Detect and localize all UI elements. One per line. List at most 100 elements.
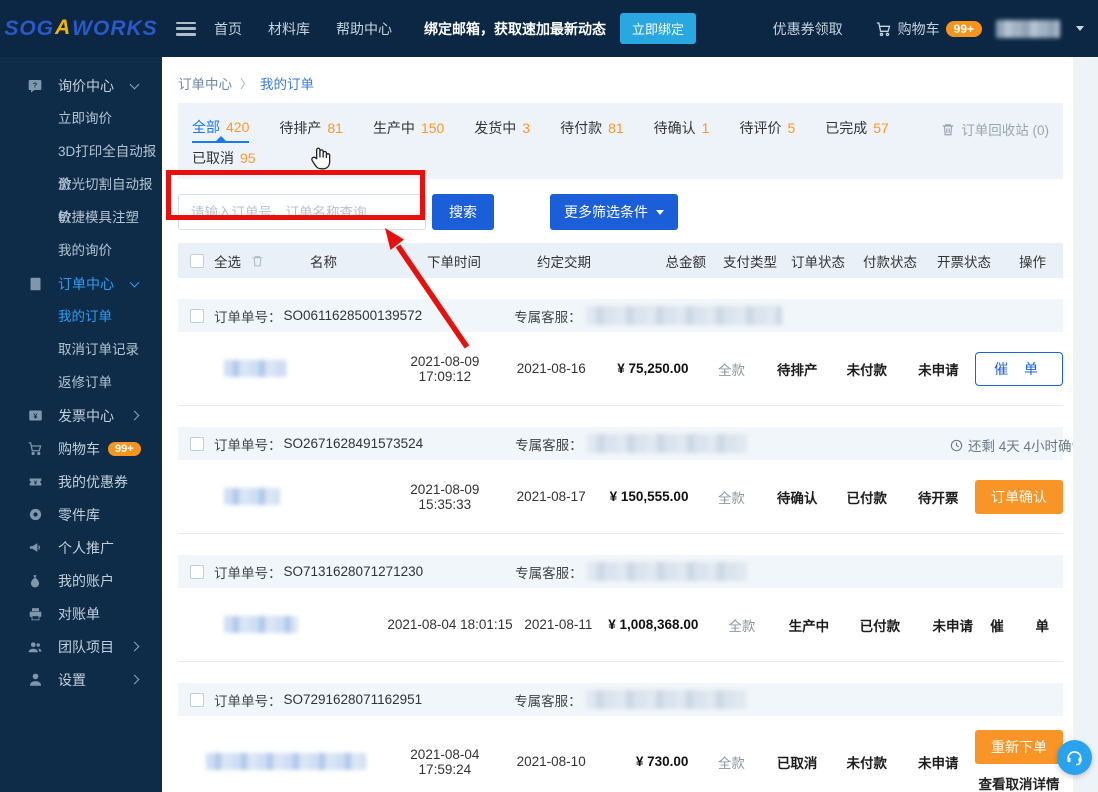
urge-order-link[interactable]: 催 单	[990, 619, 1063, 634]
sidebar-item-personal-promotion[interactable]: 个人推广	[0, 531, 162, 564]
cs-label: 专属客服：	[515, 437, 583, 453]
search-button[interactable]: 搜索	[432, 194, 494, 230]
order-no-label: 订单单号：	[214, 437, 282, 453]
sidebar-subitem-repair-orders[interactable]: 返修订单	[0, 366, 162, 399]
logo-sog: SOG	[4, 16, 54, 40]
view-cancel-details-link[interactable]: 查看取消详情	[979, 773, 1060, 792]
order-row[interactable]: 2021-08-04 18:01:15 2021-08-11 ¥ 1,008,3…	[178, 588, 1063, 662]
cs-label: 专属客服：	[514, 309, 582, 325]
sidebar-subitem-my-orders[interactable]: 我的订单	[0, 300, 162, 333]
order-no: SO0611628500139572	[283, 308, 423, 323]
order-row[interactable]: 2021-08-09 15:35:33 2021-08-17 ¥ 150,555…	[178, 460, 1064, 534]
customer-service-button[interactable]	[1057, 740, 1092, 775]
trash-icon[interactable]	[251, 254, 264, 268]
order-time: 2021-08-04 17:59:24	[410, 746, 480, 777]
order-checkbox[interactable]	[190, 436, 204, 451]
select-all-label: 全选	[214, 254, 241, 270]
sidebar-item-label: 购物车	[58, 440, 100, 457]
tab-cancelled[interactable]: 已取消 95	[192, 143, 256, 173]
page: SOG A WORKS 首页 材料库 帮助中心 绑定邮箱，获取速加最新动态 立即绑定…	[0, 0, 1098, 792]
invoice-status: 待开票	[918, 490, 959, 506]
coupon-claim-link[interactable]: 优惠券领取	[773, 19, 843, 39]
order-checkbox[interactable]	[190, 564, 204, 579]
sidebar-item-label: 设置	[58, 671, 86, 688]
money-bag-icon	[26, 572, 44, 590]
sidebar-subitem-3d-print-quote[interactable]: 3D打印全自动报价	[0, 135, 162, 192]
nav-help-center[interactable]: 帮助中心	[336, 19, 392, 39]
payment-type: 全款	[717, 362, 745, 378]
breadcrumb-my-orders[interactable]: 我的订单	[260, 73, 314, 93]
order-checkbox[interactable]	[190, 692, 204, 707]
total-amount: ¥ 1,008,368.00	[608, 617, 699, 632]
payment-status: 已付款	[846, 490, 887, 506]
nav-materials[interactable]: 材料库	[268, 19, 310, 39]
tab-in-production[interactable]: 生产中 150	[373, 113, 444, 143]
sidebar-item-my-account[interactable]: 我的账户	[0, 564, 162, 597]
sidebar-subitem-cancelled-orders[interactable]: 取消订单记录	[0, 333, 162, 366]
header-payment-type: 支付类型	[723, 254, 777, 270]
bind-now-button[interactable]: 立即绑定	[620, 13, 697, 44]
sidebar-item-inquiry-center[interactable]: ? 询价中心	[0, 69, 162, 102]
chevron-right-icon	[129, 641, 140, 652]
sidebar-item-cart[interactable]: 购物车 99+	[0, 432, 162, 465]
sidebar-item-settings[interactable]: 设置	[0, 663, 162, 696]
tab-pending-payment[interactable]: 待付款 81	[560, 113, 624, 143]
gear-icon	[26, 506, 44, 524]
sidebar-item-statement[interactable]: 对账单	[0, 597, 162, 630]
user-menu-caret-icon[interactable]	[1076, 26, 1084, 31]
order-row[interactable]: 2021-08-09 17:09:12 2021-08-16 ¥ 75,250.…	[178, 332, 1063, 406]
sidebar-subitem-laser-cut-quote[interactable]: 激光切割自动报价	[0, 168, 162, 225]
sidebar-subitem-my-inquiries[interactable]: 我的询价	[0, 234, 162, 267]
breadcrumb: 订单中心 〉 我的订单	[178, 73, 1057, 93]
search-input[interactable]	[178, 194, 426, 230]
tab-pending-confirmation[interactable]: 待确认 1	[654, 113, 710, 143]
bind-email-banner: 绑定邮箱，获取速加最新动态	[424, 20, 606, 37]
tab-pending-scheduling[interactable]: 待排产 81	[279, 113, 343, 143]
sidebar-item-label: 我的优惠券	[58, 473, 128, 490]
order-status: 待确认	[776, 490, 818, 506]
trash-icon	[941, 122, 955, 137]
tab-count: 81	[327, 120, 343, 136]
avatar[interactable]	[996, 19, 1060, 38]
order-group: 订单单号： SO0611628500139572 专属客服： 2021-08-0…	[178, 299, 1063, 406]
invoice-status: 未申请	[918, 362, 959, 378]
cs-name-redacted	[585, 690, 746, 709]
sidebar-item-team-projects[interactable]: 团队项目	[0, 630, 162, 663]
sidebar-subitem-rapid-mold[interactable]: 敏捷模具注塑	[0, 201, 162, 234]
order-name-redacted	[224, 616, 298, 633]
urge-order-button[interactable]: 催 单	[975, 351, 1063, 386]
order-recycle-bin[interactable]: 订单回收站 (0)	[941, 119, 1049, 139]
sidebar-item-label: 个人推广	[58, 539, 114, 556]
logo[interactable]: SOG A WORKS	[0, 16, 162, 41]
sidebar-item-my-coupons[interactable]: ¥ 我的优惠券	[0, 465, 162, 498]
order-status: 待排产	[776, 362, 818, 378]
payment-status: 已付款	[859, 618, 901, 634]
order-group: 订单单号： SO2671628491573524 专属客服： 还剩 4天 4小时…	[178, 427, 1098, 534]
sidebar-item-order-center[interactable]: 订单中心	[0, 267, 162, 300]
select-all-checkbox[interactable]	[190, 253, 204, 268]
nav-home[interactable]: 首页	[214, 19, 242, 39]
tab-pending-review[interactable]: 待评价 5	[739, 113, 795, 143]
cart-link[interactable]: 购物车 99+	[875, 19, 982, 39]
clock-icon	[950, 439, 963, 451]
more-filters-button[interactable]: 更多筛选条件	[550, 194, 678, 230]
sidebar-item-parts-library[interactable]: 零件库	[0, 498, 162, 531]
order-name-redacted	[224, 360, 286, 377]
breadcrumb-order-center[interactable]: 订单中心	[178, 73, 232, 93]
tab-completed[interactable]: 已完成 57	[825, 113, 889, 143]
order-header-strip: 订单单号： SO0611628500139572 专属客服：	[178, 299, 1063, 332]
sidebar-item-invoice-center[interactable]: ¥ 发票中心	[0, 399, 162, 432]
header-delivery-date: 约定交期	[537, 254, 591, 270]
tab-count: 5	[787, 120, 796, 136]
table-header: 全选 名称 下单时间 约定交期 总金额 支付类型 订单状态 付款状态 开票状态 …	[178, 243, 1063, 278]
order-row[interactable]: 2021-08-04 17:59:24 2021-08-10 ¥ 730.00 …	[178, 716, 1064, 792]
tab-shipping[interactable]: 发货中 3	[474, 113, 530, 143]
sidebar-item-label: 询价中心	[58, 77, 114, 94]
hamburger-menu-icon[interactable]	[176, 21, 196, 36]
confirm-order-button[interactable]: 订单确认	[975, 479, 1064, 514]
order-time: 2021-08-09 15:35:33	[410, 481, 480, 512]
tab-all[interactable]: 全部 420	[192, 113, 250, 143]
order-checkbox[interactable]	[190, 308, 204, 323]
reorder-button[interactable]: 重新下单	[975, 730, 1064, 764]
sidebar-subitem-inquire-now[interactable]: 立即询价	[0, 102, 162, 135]
